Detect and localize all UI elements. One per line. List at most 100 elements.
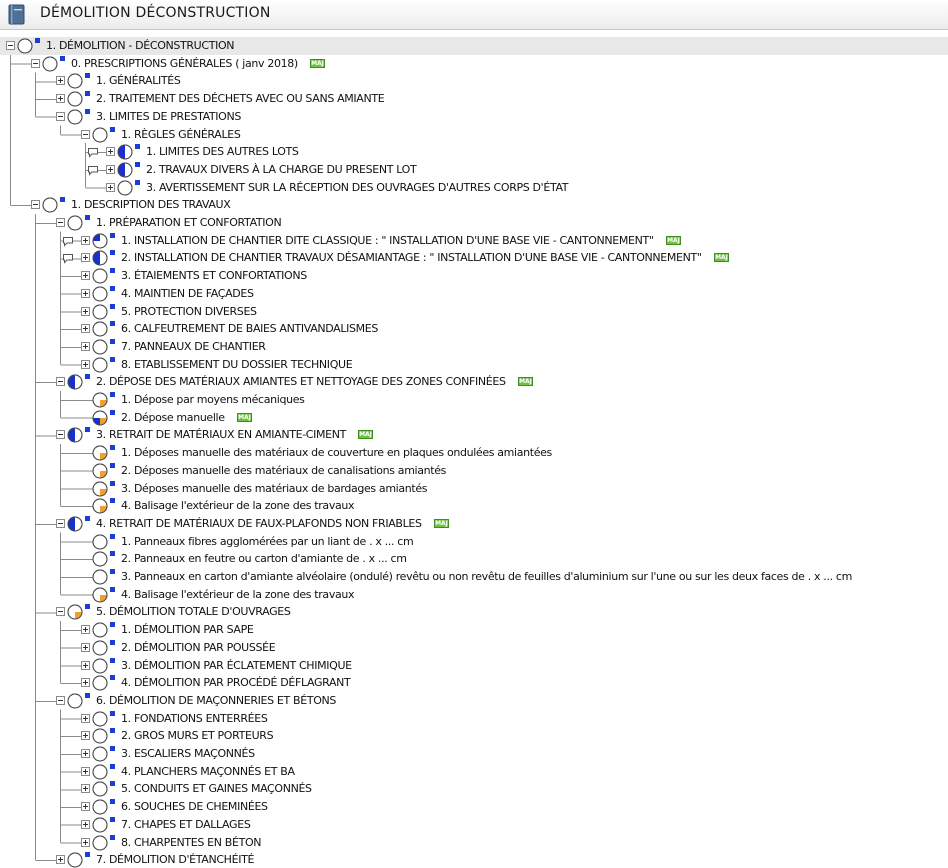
expand-icon[interactable] [81,642,90,652]
collapse-icon[interactable] [56,218,65,227]
tree-row-label[interactable]: 1. RÈGLES GÉNÉRALES [121,128,241,142]
tree-row[interactable]: 4. DÉMOLITION PAR PROCÉDÉ DÉFLAGRANT [0,674,948,692]
tree-row-label[interactable]: 1. Déposes manuelle des matériaux de cou… [121,446,552,460]
expand-icon[interactable] [81,288,90,298]
tree-row-label[interactable]: 5. CONDUITS ET GAINES MAÇONNÉS [121,782,312,796]
expand-icon[interactable] [106,182,115,192]
tree-row[interactable]: 2. INSTALLATION DE CHANTIER TRAVAUX DÉSA… [0,249,948,267]
tree-row[interactable]: 3. ESCALIERS MAÇONNÉS [0,745,948,763]
expand-icon[interactable] [56,94,65,104]
tree-row-label[interactable]: 7. DÉMOLITION D'ÉTANCHÉITÉ [96,853,254,867]
tree-row[interactable]: 5. DÉMOLITION TOTALE D'OUVRAGES [0,603,948,621]
collapse-icon[interactable] [56,111,65,121]
expand-icon[interactable] [81,253,90,263]
expand-icon[interactable] [106,147,115,157]
tree-row[interactable]: 6. SOUCHES DE CHEMINÉES [0,798,948,816]
tree-row-label[interactable]: 0. PRESCRIPTIONS GÉNÉRALES ( janv 2018) [71,57,298,71]
tree-row-label[interactable]: 1. Dépose par moyens mécaniques [121,393,305,407]
tree-row[interactable]: 4. Balisage l'extérieur de la zone des t… [0,497,948,515]
expand-icon[interactable] [81,731,90,741]
collapse-icon[interactable] [6,41,15,50]
expand-icon[interactable] [81,271,90,281]
tree-row-label[interactable]: 6. SOUCHES DE CHEMINÉES [121,800,268,814]
tree-row-label[interactable]: 3. ESCALIERS MAÇONNÉS [121,747,255,761]
tree-row[interactable]: 2. Déposes manuelle des matériaux de can… [0,462,948,480]
tree-row-label[interactable]: 1. GÉNÉRALITÉS [96,74,181,88]
tree-row[interactable]: 3. Panneaux en carton d'amiante alvéolai… [0,568,948,586]
tree-row-label[interactable]: 2. Panneaux en feutre ou carton d'amiant… [121,552,407,566]
tree-row[interactable]: 2. DÉPOSE DES MATÉRIAUX AMIANTES ET NETT… [0,373,948,391]
expand-icon[interactable] [81,837,90,847]
tree-row-label[interactable]: 7. CHAPES ET DALLAGES [121,818,251,832]
collapse-icon[interactable] [56,607,65,617]
expand-icon[interactable] [81,235,90,245]
tree-row[interactable]: 3. Déposes manuelle des matériaux de bar… [0,480,948,498]
collapse-icon[interactable] [56,377,65,387]
tree-row[interactable]: 2. Panneaux en feutre ou carton d'amiant… [0,550,948,568]
expand-icon[interactable] [81,802,90,812]
tree-row-label[interactable]: 4. MAINTIEN DE FAÇADES [121,287,254,301]
tree-row[interactable]: 4. MAINTIEN DE FAÇADES [0,285,948,303]
comment-icon[interactable] [87,147,99,158]
tree-row-label[interactable]: 3. ÉTAIEMENTS ET CONFORTATIONS [121,269,307,283]
tree-row-label[interactable]: 1. Panneaux fibres agglomérées par un li… [121,535,414,549]
tree-row-label[interactable]: 2. INSTALLATION DE CHANTIER TRAVAUX DÉSA… [121,251,702,265]
tree-row-label[interactable]: 3. LIMITES DE PRESTATIONS [96,110,241,124]
tree-row-label[interactable]: 2. TRAVAUX DIVERS À LA CHARGE DU PRESENT… [146,163,417,177]
expand-icon[interactable] [81,766,90,776]
tree-row[interactable]: 2. TRAVAUX DIVERS À LA CHARGE DU PRESENT… [0,161,948,179]
expand-icon[interactable] [106,164,115,174]
tree-row-label[interactable]: 6. DÉMOLITION DE MAÇONNERIES ET BÉTONS [96,694,336,708]
tree-row-label[interactable]: 6. CALFEUTREMENT DE BAIES ANTIVANDALISME… [121,322,378,336]
tree-row-label[interactable]: 2. Dépose manuelle [121,411,225,425]
expand-icon[interactable] [81,678,90,688]
tree-row[interactable]: 7. PANNEAUX DE CHANTIER [0,338,948,356]
tree-row-label[interactable]: 4. Balisage l'extérieur de la zone des t… [121,588,355,602]
tree-row[interactable]: 4. RETRAIT DE MATÉRIAUX DE FAUX-PLAFONDS… [0,515,948,533]
tree-row-label[interactable]: 3. Panneaux en carton d'amiante alvéolai… [121,570,852,584]
expand-icon[interactable] [81,324,90,334]
tree-row-label[interactable]: 3. Déposes manuelle des matériaux de bar… [121,482,428,496]
expand-icon[interactable] [81,359,90,369]
tree-row[interactable]: 8. ETABLISSEMENT DU DOSSIER TECHNIQUE [0,356,948,374]
tree-row[interactable]: 1. RÈGLES GÉNÉRALES [0,126,948,144]
tree-row[interactable]: 3. RETRAIT DE MATÉRIAUX EN AMIANTE-CIMEN… [0,426,948,444]
collapse-icon[interactable] [56,518,65,528]
tree-row-label[interactable]: 2. DÉMOLITION PAR POUSSÉE [121,641,276,655]
expand-icon[interactable] [81,625,90,635]
comment-icon[interactable] [62,253,74,265]
tree-row-label[interactable]: 1. DESCRIPTION DES TRAVAUX [71,198,231,212]
tree-row[interactable]: 1. DÉMOLITION - DÉCONSTRUCTION [0,37,948,55]
tree-row-label[interactable]: 1. PRÉPARATION ET CONFORTATION [96,216,282,230]
tree-row[interactable]: 1. FONDATIONS ENTERRÉES [0,710,948,728]
collapse-icon[interactable] [31,58,40,68]
collapse-icon[interactable] [56,695,65,705]
tree-row[interactable]: 3. DÉMOLITION PAR ÉCLATEMENT CHIMIQUE [0,657,948,675]
tree-row-label[interactable]: 4. RETRAIT DE MATÉRIAUX DE FAUX-PLAFONDS… [96,517,422,531]
expand-icon[interactable] [81,819,90,829]
expand-icon[interactable] [56,76,65,86]
tree-row[interactable]: 1. Panneaux fibres agglomérées par un li… [0,533,948,551]
tree-row[interactable]: 6. DÉMOLITION DE MAÇONNERIES ET BÉTONS [0,692,948,710]
tree-row-label[interactable]: 8. CHARPENTES EN BÉTON [121,836,262,850]
tree-row[interactable]: 3. LIMITES DE PRESTATIONS [0,108,948,126]
expand-icon[interactable] [81,784,90,794]
tree-row[interactable]: 4. PLANCHERS MAÇONNÉS ET BA [0,763,948,781]
tree-row-label[interactable]: 7. PANNEAUX DE CHANTIER [121,340,266,354]
tree-row[interactable]: 1. PRÉPARATION ET CONFORTATION [0,214,948,232]
expand-icon[interactable] [81,660,90,670]
tree-row[interactable]: 1. GÉNÉRALITÉS [0,72,948,90]
tree-row[interactable]: 5. PROTECTION DIVERSES [0,303,948,321]
tree-row[interactable]: 2. DÉMOLITION PAR POUSSÉE [0,639,948,657]
tree-row[interactable]: 2. GROS MURS ET PORTEURS [0,727,948,745]
tree-row-label[interactable]: 1. DÉMOLITION PAR SAPE [121,623,254,637]
tree-row-label[interactable]: 5. PROTECTION DIVERSES [121,305,257,319]
tree-row[interactable]: 1. DÉMOLITION PAR SAPE [0,621,948,639]
tree-row-label[interactable]: 1. INSTALLATION DE CHANTIER DITE CLASSIQ… [121,234,654,248]
tree-row[interactable]: 5. CONDUITS ET GAINES MAÇONNÉS [0,780,948,798]
tree-row[interactable]: 8. CHARPENTES EN BÉTON [0,834,948,852]
tree-row-label[interactable]: 2. Déposes manuelle des matériaux de can… [121,464,446,478]
tree-row-label[interactable]: 2. TRAITEMENT DES DÉCHETS AVEC OU SANS A… [96,92,385,106]
tree-row-label[interactable]: 1. DÉMOLITION - DÉCONSTRUCTION [46,39,235,53]
comment-icon[interactable] [87,165,99,176]
